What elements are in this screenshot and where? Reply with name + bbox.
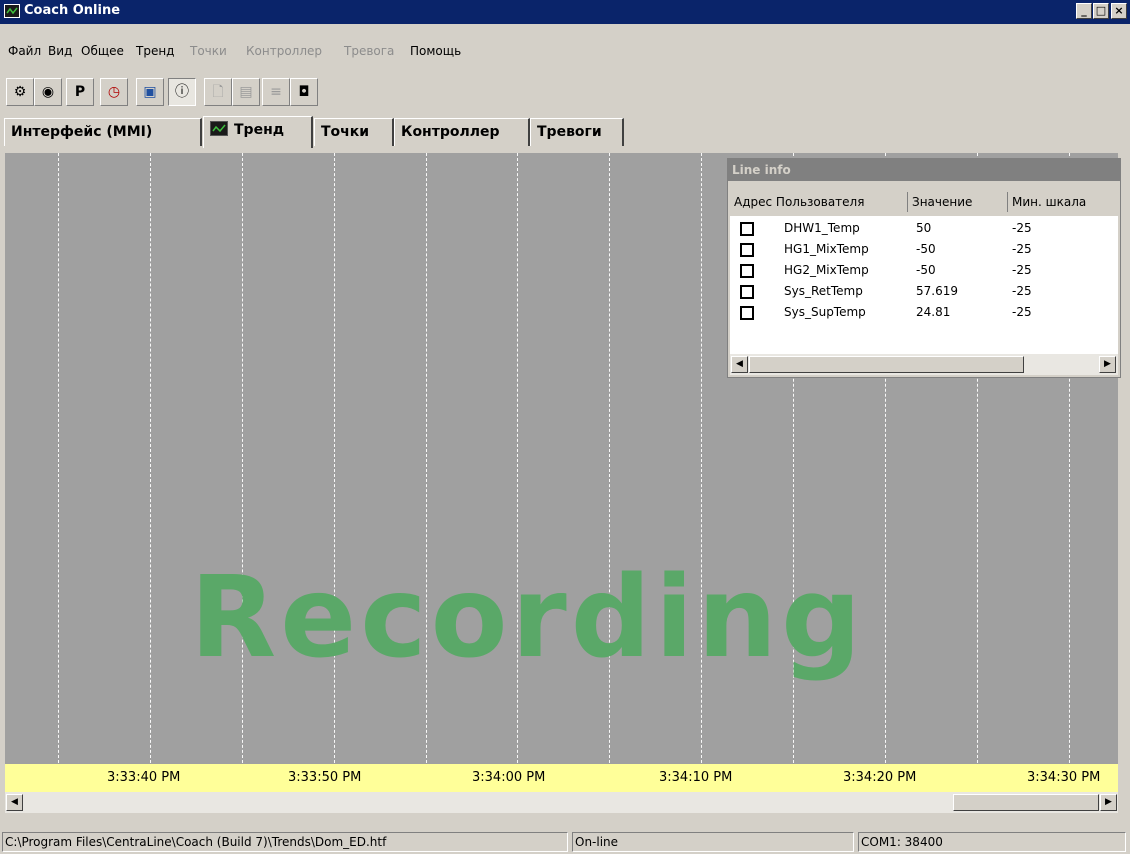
line-info-panel: Line info Адрес Пользователя Значение Ми… [727, 158, 1121, 378]
tab-trend-label: Тренд [234, 122, 285, 138]
line-checkbox[interactable] [740, 285, 754, 299]
recording-watermark: Recording [190, 553, 866, 683]
scroll-thumb[interactable] [749, 356, 1024, 373]
line-value: 57.619 [916, 284, 958, 298]
line-min: -25 [1012, 305, 1032, 319]
menu-general[interactable]: Общее [81, 44, 124, 58]
clock-icon: ◷ [107, 84, 121, 100]
picture-icon: ▣ [143, 84, 157, 100]
tab-alarms[interactable]: Тревоги [530, 118, 624, 146]
scroll-left-icon[interactable]: ◀ [6, 794, 23, 811]
menu-controller[interactable]: Контроллер [246, 44, 322, 58]
grid-line [150, 153, 151, 771]
line-checkbox[interactable] [740, 306, 754, 320]
line-min: -25 [1012, 221, 1032, 235]
list-item[interactable]: Sys_RetTemp 57.619 -25 [730, 282, 1118, 303]
clock-button[interactable]: ◷ [100, 78, 128, 106]
line-name: Sys_RetTemp [784, 284, 863, 298]
line-checkbox[interactable] [740, 243, 754, 257]
camera-icon: ◘ [298, 84, 310, 100]
network-button[interactable]: ⚙ [6, 78, 34, 106]
column-header-value[interactable]: Значение [908, 192, 1008, 212]
menu-bar: Файл Вид Общее Тренд Точки Контроллер Тр… [0, 44, 1130, 64]
notes-button[interactable]: ≡ [262, 78, 290, 106]
tab-controller[interactable]: Контроллер [394, 118, 530, 146]
line-checkbox[interactable] [740, 264, 754, 278]
list-item[interactable]: DHW1_Temp 50 -25 [730, 219, 1118, 240]
column-header-address[interactable]: Адрес Пользователя [730, 192, 908, 212]
list-item[interactable]: Sys_SupTemp 24.81 -25 [730, 303, 1118, 324]
status-bar: C:\Program Files\CentraLine\Coach (Build… [0, 830, 1130, 854]
p-button[interactable]: P [66, 78, 94, 106]
open-folder-button[interactable]: ▤ [232, 78, 260, 106]
tab-trend[interactable]: Тренд [203, 116, 313, 148]
time-label: 3:34:00 PM [472, 770, 546, 785]
scroll-thumb[interactable] [953, 794, 1099, 811]
scroll-left-icon[interactable]: ◀ [731, 356, 748, 373]
menu-view[interactable]: Вид [48, 44, 72, 58]
line-value: 24.81 [916, 305, 951, 319]
chart-horizontal-scrollbar[interactable]: ◀ ▶ [5, 792, 1118, 813]
time-label: 3:34:10 PM [659, 770, 733, 785]
trend-icon [210, 120, 228, 136]
list-item[interactable]: HG2_MixTemp -50 -25 [730, 261, 1118, 282]
line-name: DHW1_Temp [784, 221, 860, 235]
title-bar: Coach Online _ □ × [0, 0, 1130, 24]
app-icon [4, 4, 20, 18]
tab-strip: Интерфейс (MMI) Тренд Точки Контроллер Т… [0, 116, 1130, 148]
new-file-button[interactable]: 🗋 [204, 78, 232, 106]
line-info-header: Адрес Пользователя Значение Мин. шкала [730, 192, 1118, 214]
scroll-right-icon[interactable]: ▶ [1099, 356, 1116, 373]
menu-points[interactable]: Точки [190, 44, 227, 58]
line-min: -25 [1012, 284, 1032, 298]
tab-points[interactable]: Точки [314, 118, 394, 146]
line-min: -25 [1012, 263, 1032, 277]
menu-help[interactable]: Помощь [410, 44, 461, 58]
time-label: 3:34:20 PM [843, 770, 917, 785]
toolbar: ⚙ ◉ P ◷ ▣ ⓘ 🗋 ▤ ≡ ◘ [0, 78, 1130, 108]
line-info-list: DHW1_Temp 50 -25 HG1_MixTemp -50 -25 HG2… [730, 216, 1118, 354]
info-icon: ⓘ [175, 84, 189, 100]
line-name: Sys_SupTemp [784, 305, 866, 319]
time-label: 3:34:30 PM [1027, 770, 1101, 785]
tab-mmi[interactable]: Интерфейс (MMI) [4, 118, 202, 146]
eye-button[interactable]: ◉ [34, 78, 62, 106]
image-button[interactable]: ▣ [136, 78, 164, 106]
camera-button[interactable]: ◘ [290, 78, 318, 106]
line-name: HG1_MixTemp [784, 242, 869, 256]
window-title: Coach Online [24, 3, 121, 18]
status-file-path: C:\Program Files\CentraLine\Coach (Build… [2, 832, 568, 852]
line-value: -50 [916, 263, 936, 277]
menu-alarm[interactable]: Тревога [344, 44, 394, 58]
status-port: COM1: 38400 [858, 832, 1126, 852]
folder-icon: ▤ [239, 84, 253, 100]
close-button[interactable]: × [1111, 3, 1127, 19]
time-label: 3:33:40 PM [107, 770, 181, 785]
column-header-min-scale[interactable]: Мин. шкала [1008, 192, 1118, 212]
time-axis: 3:33:40 PM 3:33:50 PM 3:34:00 PM 3:34:10… [5, 764, 1118, 792]
line-min: -25 [1012, 242, 1032, 256]
new-file-icon: 🗋 [212, 84, 224, 100]
info-button[interactable]: ⓘ [168, 78, 196, 106]
line-value: 50 [916, 221, 932, 235]
maximize-button[interactable]: □ [1093, 3, 1109, 19]
eye-icon: ◉ [41, 84, 55, 100]
network-icon: ⚙ [13, 84, 27, 100]
list-item[interactable]: HG1_MixTemp -50 -25 [730, 240, 1118, 261]
scroll-right-icon[interactable]: ▶ [1100, 794, 1117, 811]
notepad-icon: ≡ [270, 84, 282, 100]
line-info-title: Line info [728, 159, 1120, 181]
line-value: -50 [916, 242, 936, 256]
menu-file[interactable]: Файл [8, 44, 41, 58]
status-connection: On-line [572, 832, 854, 852]
line-checkbox[interactable] [740, 222, 754, 236]
line-info-scrollbar[interactable]: ◀ ▶ [730, 354, 1118, 375]
grid-line [58, 153, 59, 771]
menu-trend[interactable]: Тренд [136, 44, 174, 58]
line-name: HG2_MixTemp [784, 263, 869, 277]
minimize-button[interactable]: _ [1076, 3, 1092, 19]
time-label: 3:33:50 PM [288, 770, 362, 785]
